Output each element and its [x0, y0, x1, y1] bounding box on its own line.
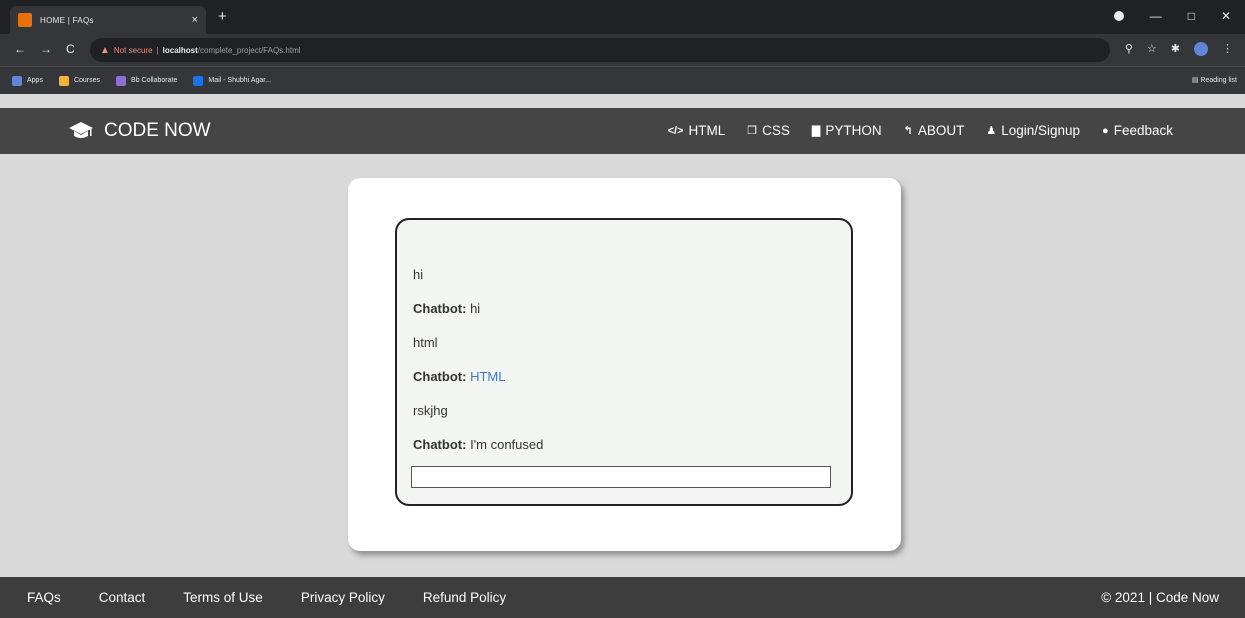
menu-icon[interactable]: ⋮ — [1222, 42, 1233, 56]
chatbox: hi Chatbot: hi html Chatbot: HTML rskjhg… — [395, 218, 853, 506]
graduation-cap-icon — [69, 122, 93, 138]
browser-nav: ← → C — [14, 42, 75, 56]
star-icon[interactable]: ☆ — [1147, 42, 1157, 56]
new-tab-icon[interactable]: + — [218, 9, 227, 24]
comment-icon: ● — [1102, 124, 1109, 137]
reload-icon[interactable]: C — [66, 42, 75, 56]
chat-log: hi Chatbot: hi html Chatbot: HTML rskjhg… — [413, 265, 833, 469]
mail-icon — [193, 75, 204, 86]
arrow-icon: ↰ — [903, 125, 913, 137]
bot-message: Chatbot: hi — [413, 299, 833, 319]
site-footer: FAQs Contact Terms of Use Privacy Policy… — [0, 577, 1245, 618]
extension-icon[interactable] — [1113, 11, 1124, 21]
nav-feedback[interactable]: ● Feedback — [1102, 123, 1173, 138]
footer-link-faqs[interactable]: FAQs — [27, 590, 61, 605]
chat-card: hi Chatbot: hi html Chatbot: HTML rskjhg… — [348, 178, 901, 551]
browser-tab-bar: HOME | FAQs × + — □ ✕ — [0, 0, 1245, 34]
chatbot-label: Chatbot: — [413, 369, 467, 384]
user-plus-icon: ♟ — [986, 125, 997, 137]
maximize-icon[interactable]: □ — [1188, 9, 1195, 23]
collaborate-icon — [116, 75, 127, 86]
file-icon: ▇ — [811, 125, 821, 137]
zoom-icon[interactable]: ⚲ — [1125, 42, 1133, 56]
nav-css[interactable]: ❒ CSS — [747, 123, 790, 138]
footer-link-terms[interactable]: Terms of Use — [183, 590, 263, 605]
chat-input[interactable] — [411, 466, 831, 488]
favicon-icon — [18, 13, 32, 27]
chatbot-label: Chatbot: — [413, 301, 467, 316]
profile-avatar-icon[interactable] — [1194, 42, 1208, 56]
close-window-icon[interactable]: ✕ — [1221, 9, 1231, 23]
apps-icon — [12, 75, 22, 86]
url-host: localhost — [162, 45, 198, 55]
footer-link-contact[interactable]: Contact — [99, 590, 146, 605]
address-bar: ← → C ▲ Not secure | localhost /complete… — [0, 34, 1245, 66]
main-nav: </> HTML ❒ CSS ▇ PYTHON ↰ ABOUT ♟ Login/… — [668, 123, 1173, 138]
reading-list-button[interactable]: ▤ Reading list — [1192, 76, 1237, 84]
footer-link-privacy[interactable]: Privacy Policy — [301, 590, 385, 605]
back-icon[interactable]: ← — [14, 42, 26, 56]
bookmark-apps[interactable]: Apps — [12, 75, 43, 86]
brand-name: CODE NOW — [104, 120, 211, 141]
copyright-text: © 2021 | Code Now — [1101, 590, 1219, 605]
brand-logo[interactable]: CODE NOW — [68, 120, 211, 142]
nav-about[interactable]: ↰ ABOUT — [904, 123, 965, 138]
tab-title: HOME | FAQs — [40, 15, 94, 25]
footer-link-refund[interactable]: Refund Policy — [423, 590, 506, 605]
not-secure-label: Not secure — [113, 45, 153, 55]
forward-icon[interactable]: → — [40, 42, 52, 56]
bot-reply-link[interactable]: HTML — [470, 369, 505, 384]
warning-icon: ▲ — [100, 44, 110, 56]
minimize-icon[interactable]: — — [1150, 9, 1162, 23]
bot-reply: I'm confused — [470, 437, 544, 452]
code-icon: </> — [667, 124, 684, 137]
url-separator: | — [156, 45, 159, 55]
tab-close-icon[interactable]: × — [192, 14, 198, 26]
chatbot-label: Chatbot: — [413, 437, 467, 452]
user-message: rskjhg — [413, 403, 448, 418]
user-message: html — [413, 335, 438, 350]
bookmarks-bar: Apps Courses Bb Collaborate Mail - Shubh… — [0, 66, 1245, 94]
nav-login-signup[interactable]: ♟ Login/Signup — [986, 123, 1080, 138]
extensions-icon[interactable]: ✱ — [1171, 42, 1180, 56]
bookmark-courses[interactable]: Courses — [58, 75, 100, 86]
browser-tab[interactable]: HOME | FAQs × — [10, 6, 206, 34]
css-icon: ❒ — [747, 125, 758, 137]
nav-python[interactable]: ▇ PYTHON — [812, 123, 882, 138]
url-path: /complete_project/FAQs.html — [197, 45, 301, 55]
bookmark-bb-collaborate[interactable]: Bb Collaborate — [116, 75, 177, 86]
user-message: hi — [413, 267, 424, 282]
window-controls: — □ ✕ — [1113, 9, 1231, 23]
site-header: CODE NOW </> HTML ❒ CSS ▇ PYTHON ↰ ABOUT… — [0, 108, 1245, 154]
bot-message: Chatbot: HTML — [413, 367, 833, 387]
courses-icon — [58, 75, 69, 86]
bot-message: Chatbot: I'm confused — [413, 435, 833, 455]
bot-reply: hi — [470, 301, 481, 316]
url-field[interactable]: ▲ Not secure | localhost /complete_proje… — [90, 38, 1110, 62]
nav-html[interactable]: </> HTML — [668, 123, 726, 138]
browser-toolbar-icons: ⚲ ☆ ✱ ⋮ — [1125, 42, 1233, 56]
bookmark-mail[interactable]: Mail - Shubhi Agar... — [193, 75, 271, 86]
